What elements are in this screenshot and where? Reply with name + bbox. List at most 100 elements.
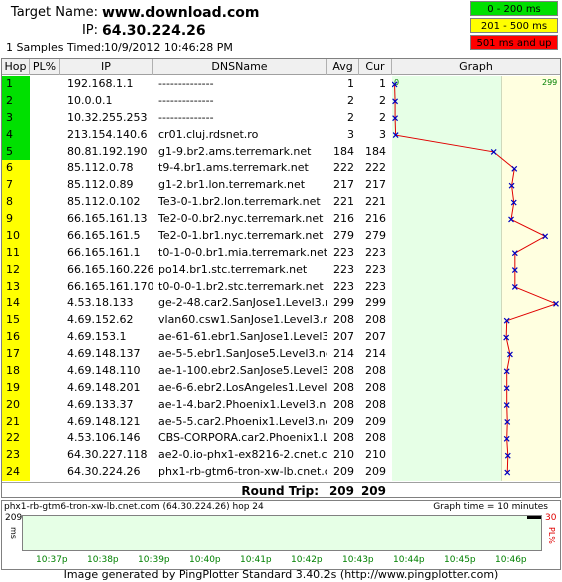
cell-dns: ae-6-6.ebr2.LosAngeles1.Level3.n bbox=[158, 380, 327, 394]
cell-pl bbox=[30, 144, 60, 160]
cell-hop: 13 bbox=[2, 278, 30, 296]
cell-avg: 3 bbox=[347, 127, 354, 141]
cell-cur: 209 bbox=[365, 465, 386, 479]
cell-dns: -------------- bbox=[158, 93, 214, 107]
time-tick: 10:40p bbox=[189, 555, 221, 565]
cell-cur: 3 bbox=[379, 127, 386, 141]
col-dnsname[interactable]: DNSName bbox=[153, 59, 327, 75]
cell-ip: 4.53.18.133 bbox=[67, 296, 134, 310]
cell-pl bbox=[30, 262, 60, 278]
cell-ip: 85.112.0.78 bbox=[67, 161, 134, 175]
graph-zone-medium bbox=[501, 76, 560, 481]
ip-label: IP: bbox=[81, 23, 98, 38]
latest-sample-marker bbox=[527, 516, 541, 519]
cell-ip: 4.69.133.37 bbox=[67, 397, 134, 411]
cell-cur: 2 bbox=[379, 110, 386, 124]
round-trip-cur: 209 bbox=[360, 484, 386, 498]
cell-cur: 209 bbox=[365, 414, 386, 428]
cell-ip: 192.168.1.1 bbox=[67, 77, 134, 90]
round-trip-label: Round Trip: bbox=[241, 484, 319, 498]
cell-cur: 299 bbox=[365, 296, 386, 310]
cell-avg: 208 bbox=[333, 397, 354, 411]
cell-pl bbox=[30, 295, 60, 311]
cell-cur: 223 bbox=[365, 279, 386, 293]
cell-dns: vlan60.csw1.SanJose1.Level3.net bbox=[158, 313, 327, 327]
cell-cur: 279 bbox=[365, 228, 386, 242]
col-graph[interactable]: Graph bbox=[392, 59, 560, 75]
cell-dns: ae-1-4.bar2.Phoenix1.Level3.net bbox=[158, 397, 327, 411]
round-trip-row: Round Trip: 209 209 bbox=[2, 482, 560, 498]
cell-pl bbox=[30, 346, 60, 362]
cell-dns: ae-5-5.ebr1.SanJose5.Level3.net bbox=[158, 347, 327, 360]
legend-item: 501 ms and up bbox=[470, 35, 558, 50]
pl-axis-top: 30 bbox=[545, 513, 557, 523]
ip-value: 64.30.224.26 bbox=[102, 23, 206, 39]
cell-pl bbox=[30, 464, 60, 480]
cell-avg: 223 bbox=[333, 245, 354, 259]
pl-axis-unit: PL% bbox=[547, 527, 556, 544]
cell-ip: 4.53.106.146 bbox=[67, 431, 141, 445]
y-axis-unit: ms bbox=[9, 527, 18, 539]
cell-ip: 66.165.160.226 bbox=[67, 262, 153, 276]
cell-hop: 12 bbox=[2, 261, 30, 279]
cell-hop: 4 bbox=[2, 126, 30, 144]
cell-avg: 217 bbox=[333, 178, 354, 192]
cell-pl bbox=[30, 397, 60, 413]
col-pl[interactable]: PL% bbox=[30, 59, 60, 75]
cell-hop: 5 bbox=[2, 143, 30, 161]
cell-ip: 66.165.161.13 bbox=[67, 212, 148, 225]
cell-pl bbox=[30, 279, 60, 295]
cell-cur: 207 bbox=[365, 330, 386, 344]
cell-hop: 11 bbox=[2, 244, 30, 262]
cell-cur: 208 bbox=[365, 363, 386, 377]
cell-dns: CBS-CORPORA.car2.Phoenix1.Lev bbox=[158, 431, 327, 445]
time-tick: 10:43p bbox=[342, 555, 374, 565]
cell-pl bbox=[30, 228, 60, 244]
cell-avg: 208 bbox=[333, 431, 354, 445]
cell-cur: 208 bbox=[365, 380, 386, 394]
cell-ip: 4.69.148.121 bbox=[67, 414, 141, 428]
timeline-panel: phx1-rb-gtm6-tron-xw-lb.cnet.com (64.30.… bbox=[1, 500, 561, 570]
cell-hop: 10 bbox=[2, 227, 30, 245]
table-header: Hop PL% IP DNSName Avg Cur Graph bbox=[2, 59, 560, 75]
cell-pl bbox=[30, 76, 60, 92]
col-cur[interactable]: Cur bbox=[359, 59, 392, 75]
cell-pl bbox=[30, 127, 60, 143]
cell-cur: 2 bbox=[379, 93, 386, 107]
cell-pl bbox=[30, 414, 60, 430]
col-avg[interactable]: Avg bbox=[327, 59, 359, 75]
timeline-plot bbox=[22, 515, 542, 551]
cell-dns: ae-5-5.car2.Phoenix1.Level3.net bbox=[158, 414, 327, 428]
col-hop[interactable]: Hop bbox=[2, 59, 30, 75]
cell-hop: 7 bbox=[2, 177, 30, 195]
cell-pl bbox=[30, 312, 60, 328]
cell-avg: 208 bbox=[333, 313, 354, 327]
cell-pl bbox=[30, 430, 60, 446]
cell-dns: Te2-0-0.br2.nyc.terremark.net bbox=[158, 212, 324, 225]
cell-ip: 10.32.255.253 bbox=[67, 110, 148, 124]
cell-avg: 208 bbox=[333, 363, 354, 377]
cell-avg: 210 bbox=[333, 448, 354, 462]
cell-dns: ge-2-48.car2.SanJose1.Level3.net bbox=[158, 296, 327, 310]
graph-time-label[interactable]: Graph time = 10 minutes bbox=[433, 502, 548, 512]
cell-avg: 184 bbox=[333, 144, 354, 158]
footer-credit: Image generated by PingPlotter Standard … bbox=[63, 568, 499, 581]
cell-ip: 4.69.152.62 bbox=[67, 313, 134, 327]
cell-cur: 210 bbox=[365, 448, 386, 462]
cell-dns: phx1-rb-gtm6-tron-xw-lb.cnet.co bbox=[158, 465, 327, 479]
cell-ip: 66.165.161.170 bbox=[67, 279, 153, 293]
cell-cur: 214 bbox=[365, 347, 386, 360]
time-tick: 10:38p bbox=[87, 555, 119, 565]
cell-avg: 1 bbox=[347, 77, 354, 90]
cell-dns: g1-9.br2.ams.terremark.net bbox=[158, 144, 312, 158]
latency-graph: 0299 bbox=[392, 76, 560, 481]
cell-cur: 223 bbox=[365, 245, 386, 259]
cell-dns: ae-61-61.ebr1.SanJose1.Level3.ne bbox=[158, 330, 327, 344]
cell-pl bbox=[30, 160, 60, 176]
cell-dns: t0-0-0-1.br2.stc.terremark.net bbox=[158, 279, 324, 293]
cell-dns: g1-2.br1.lon.terremark.net bbox=[158, 178, 306, 192]
timeline-title: phx1-rb-gtm6-tron-xw-lb.cnet.com (64.30.… bbox=[4, 502, 264, 512]
cell-dns: -------------- bbox=[158, 77, 214, 90]
col-ip[interactable]: IP bbox=[60, 59, 153, 75]
cell-hop: 17 bbox=[2, 346, 30, 363]
